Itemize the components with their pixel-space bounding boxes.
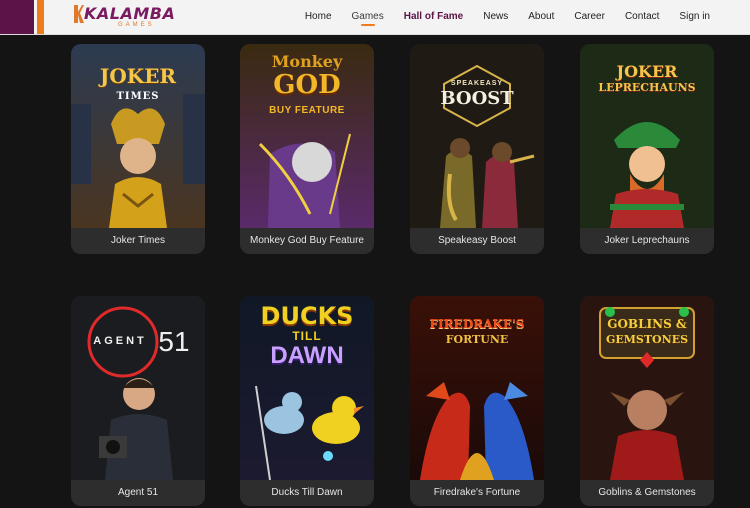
nav-news[interactable]: News bbox=[473, 0, 518, 34]
goblins-gemstones-logo-line2: GEMSTONES bbox=[605, 333, 689, 346]
joker-leprechauns-logo-line1: JOKER bbox=[616, 62, 678, 81]
game-title: Goblins & Gemstones bbox=[580, 480, 714, 506]
nav-career[interactable]: Career bbox=[564, 0, 615, 34]
nav-sign-in[interactable]: Sign in bbox=[669, 0, 720, 34]
game-title: Monkey God Buy Feature bbox=[240, 228, 374, 254]
brand-strip-orange bbox=[37, 0, 44, 34]
monkey-god-logo-line2: GOD bbox=[273, 70, 341, 100]
joker-leprechauns-logo-line2: LEPRECHAUNS bbox=[598, 81, 696, 94]
game-title: Joker Leprechauns bbox=[580, 228, 714, 254]
speakeasy-boost-logo-line2: BOOST bbox=[440, 88, 514, 109]
speakeasy-boost-artwork bbox=[410, 44, 544, 228]
game-card-monkey-god[interactable]: Monkey GOD BUY FEATURE Monkey God Buy Fe… bbox=[240, 44, 374, 254]
main-nav: Home Games Hall of Fame News About Caree… bbox=[295, 0, 720, 34]
agent-51-artwork bbox=[71, 296, 205, 480]
nav-contact[interactable]: Contact bbox=[615, 0, 669, 34]
firedrakes-fortune-logo-line2: FORTUNE bbox=[445, 333, 509, 346]
firedrakes-fortune-logo-line1: FIREDRAKE'S bbox=[429, 317, 525, 331]
goblins-gemstones-logo-line1: GOBLINS & bbox=[607, 317, 687, 331]
game-title: Joker Times bbox=[71, 228, 205, 254]
game-card-firedrakes-fortune[interactable]: FIREDRAKE'S FORTUNE Firedrake's Fortune bbox=[410, 296, 544, 506]
brand-strip-purple bbox=[0, 0, 34, 34]
monkey-god-logo-line3: BUY FEATURE bbox=[269, 105, 345, 116]
kalamba-logo[interactable]: KALAMBA GAMES bbox=[74, 4, 175, 32]
game-card-agent-51[interactable]: AGENT 51 Agent 51 bbox=[71, 296, 205, 506]
logo-k-icon bbox=[74, 5, 84, 23]
ducks-till-dawn-logo-line1: DUCKS bbox=[260, 302, 354, 330]
game-card-ducks-till-dawn[interactable]: DUCKS TILL DAWN Ducks Till Dawn bbox=[240, 296, 374, 506]
nav-hall-of-fame[interactable]: Hall of Fame bbox=[394, 0, 473, 34]
game-card-joker-times[interactable]: JOKER TIMES Joker Times bbox=[71, 44, 205, 254]
monkey-god-logo-line1: Monkey bbox=[271, 52, 343, 71]
game-title: Ducks Till Dawn bbox=[240, 480, 374, 506]
game-card-joker-leprechauns[interactable]: JOKER LEPRECHAUNS Joker Leprechauns bbox=[580, 44, 714, 254]
nav-home[interactable]: Home bbox=[295, 0, 342, 34]
game-title: Agent 51 bbox=[71, 480, 205, 506]
logo-subtext: GAMES bbox=[118, 22, 155, 28]
game-title: Firedrake's Fortune bbox=[410, 480, 544, 506]
nav-games[interactable]: Games bbox=[342, 0, 394, 34]
agent-51-logo-line2: 51 bbox=[158, 326, 190, 357]
game-title: Speakeasy Boost bbox=[410, 228, 544, 254]
site-header: KALAMBA GAMES Home Games Hall of Fame Ne… bbox=[0, 0, 750, 35]
joker-times-logo-line1: JOKER bbox=[99, 64, 177, 88]
ducks-till-dawn-logo-line3: DAWN bbox=[270, 342, 344, 369]
nav-about[interactable]: About bbox=[518, 0, 564, 34]
joker-times-logo-line2: TIMES bbox=[116, 91, 160, 102]
game-card-speakeasy-boost[interactable]: SPEAKEASY BOOST Speakeasy Boost bbox=[410, 44, 544, 254]
logo-text: KALAMBA bbox=[84, 4, 176, 23]
ducks-till-dawn-logo-line2: TILL bbox=[292, 329, 322, 343]
speakeasy-boost-logo-line1: SPEAKEASY bbox=[450, 80, 504, 87]
game-card-goblins-gemstones[interactable]: GOBLINS & GEMSTONES Goblins & Gemstones bbox=[580, 296, 714, 506]
